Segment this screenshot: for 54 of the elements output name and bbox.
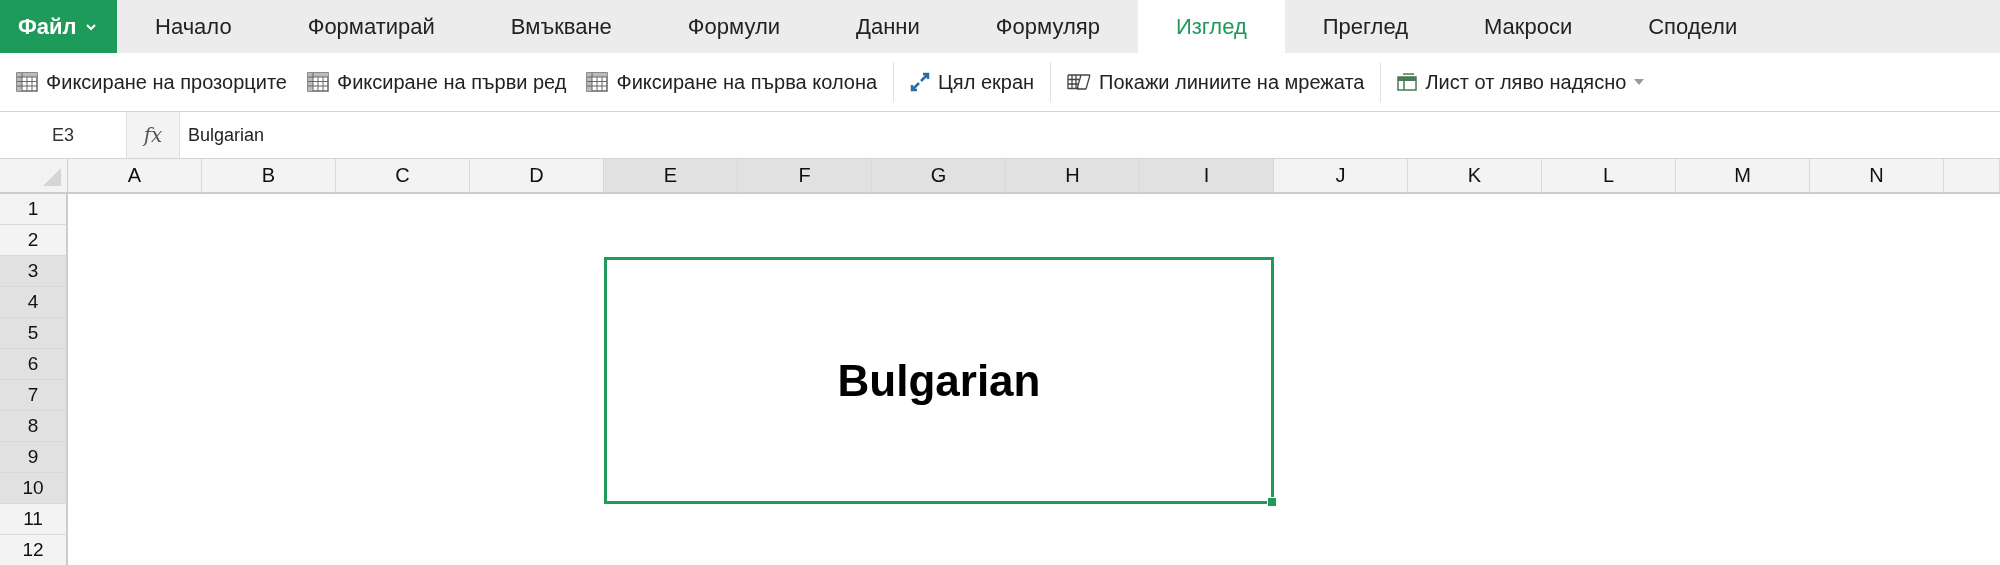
row-header[interactable]: 7 [0, 380, 68, 411]
column-header[interactable]: H [1006, 159, 1140, 194]
toolbar-button[interactable]: Цял екран [900, 64, 1045, 100]
table-icon [586, 72, 609, 92]
fill-handle[interactable] [1267, 497, 1277, 507]
table-icon [16, 72, 38, 92]
expand-arrows-icon [910, 72, 931, 92]
row-header[interactable]: 1 [0, 194, 68, 225]
row-header[interactable]: 10 [0, 473, 68, 504]
row-header[interactable]: 3 [0, 256, 68, 287]
toolbar-button[interactable]: Покажи линиите на мрежата [1057, 64, 1375, 100]
ribbon-tab[interactable]: Начало [117, 0, 270, 53]
ribbon-tab[interactable]: Формули [649, 0, 819, 53]
formula-input[interactable]: Bulgarian [180, 112, 265, 158]
row-header[interactable]: 6 [0, 349, 68, 380]
table-icon [306, 72, 329, 92]
column-header[interactable]: J [1274, 159, 1408, 194]
ribbon-tab[interactable]: Преглед [1284, 0, 1446, 53]
column-header[interactable]: G [872, 159, 1006, 194]
ribbon-tab[interactable]: Макроси [1446, 0, 1611, 53]
column-header[interactable]: L [1542, 159, 1676, 194]
row-header[interactable]: 2 [0, 225, 68, 256]
file-menu-tab[interactable]: Файл [0, 0, 117, 53]
column-header[interactable]: D [470, 159, 604, 194]
column-header[interactable]: K [1408, 159, 1542, 194]
column-header[interactable]: M [1676, 159, 1810, 194]
ribbon-tab[interactable]: Вмъкване [472, 0, 650, 53]
ribbon-tab[interactable]: Сподели [1610, 0, 1776, 53]
toolbar-button[interactable]: Фиксиране на прозорците [6, 64, 297, 100]
row-header[interactable]: 12 [0, 535, 68, 565]
gridlines-icon [1067, 73, 1092, 91]
row-header[interactable]: 4 [0, 287, 68, 318]
toolbar-button[interactable]: Фиксиране на първи ред [296, 64, 577, 100]
column-header[interactable]: A [68, 159, 202, 194]
column-header[interactable]: F [738, 159, 872, 194]
ribbon-tab[interactable]: Форматирай [269, 0, 473, 53]
row-header[interactable]: 8 [0, 411, 68, 442]
toolbar-button[interactable]: Лист от ляво надясно [1387, 64, 1655, 100]
function-label: fx [127, 112, 180, 158]
row-header[interactable]: 11 [0, 504, 68, 535]
ribbon-tab[interactable]: Данни [818, 0, 958, 53]
ribbon-tab[interactable]: Формуляр [957, 0, 1138, 53]
column-header[interactable]: I [1140, 159, 1274, 194]
sheet-layout-icon [1397, 73, 1418, 91]
column-header[interactable]: E [604, 159, 738, 194]
selected-merged-cell[interactable]: Bulgarian [604, 257, 1274, 504]
column-header[interactable]: N [1810, 159, 1944, 194]
ribbon-tab[interactable]: Изглед [1137, 0, 1285, 53]
row-header[interactable]: 9 [0, 442, 68, 473]
toolbar-button[interactable]: Фиксиране на първа колона [576, 64, 888, 100]
column-header[interactable]: C [336, 159, 470, 194]
column-header[interactable]: B [202, 159, 336, 194]
corner-triangle-icon [43, 168, 61, 186]
row-header[interactable]: 5 [0, 318, 68, 349]
